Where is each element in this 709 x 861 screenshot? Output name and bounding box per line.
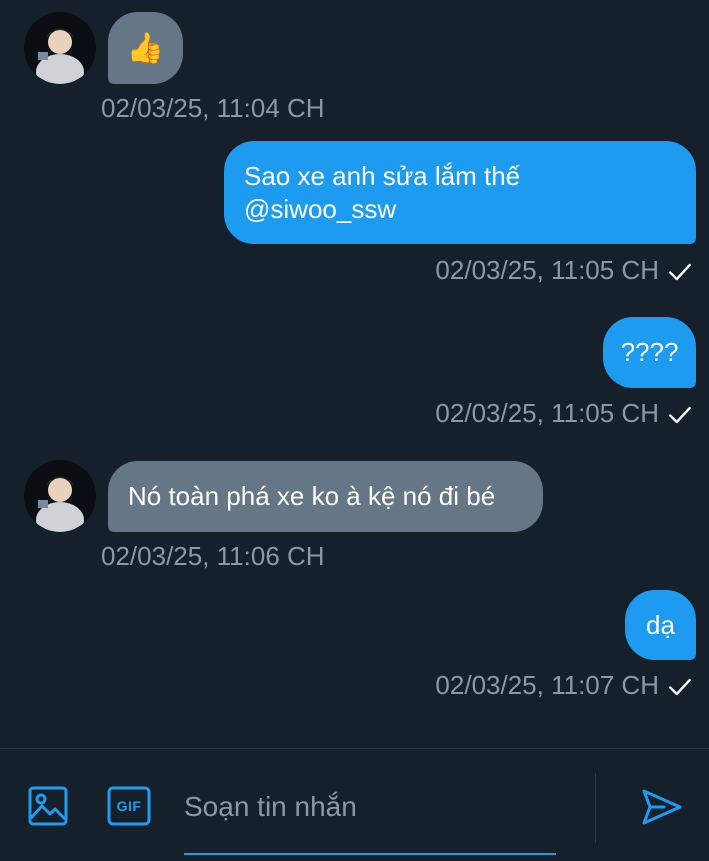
image-icon	[28, 786, 68, 826]
add-gif-button[interactable]: GIF	[104, 781, 154, 831]
message-timestamp: 02/03/25, 11:07 CH	[435, 670, 693, 700]
check-icon	[669, 678, 691, 696]
message-timestamp: 02/03/25, 11:05 CH	[435, 398, 693, 428]
message-text-line: Sao xe anh sửa lắm thế	[244, 161, 521, 191]
send-icon	[642, 789, 682, 825]
message-text: Nó toàn phá xe ko à kệ nó đi bé	[128, 481, 496, 511]
message-bubble-outgoing[interactable]: dạ	[625, 590, 696, 660]
message-thread: 👍 02/03/25, 11:04 CH Sao xe anh sửa lắm …	[0, 0, 709, 748]
message-bubble-outgoing[interactable]: Sao xe anh sửa lắm thế @siwoo_ssw	[224, 141, 696, 244]
message-input-wrapper	[184, 777, 556, 855]
message-bubble-incoming[interactable]: Nó toàn phá xe ko à kệ nó đi bé	[108, 461, 543, 532]
check-icon	[669, 263, 691, 281]
message-input[interactable]	[184, 777, 556, 837]
avatar-image	[24, 460, 96, 532]
message-timestamp: 02/03/25, 11:05 CH	[435, 255, 693, 285]
composer-separator	[595, 773, 596, 843]
send-button[interactable]	[636, 783, 688, 831]
sender-avatar[interactable]	[24, 460, 96, 532]
message-composer: GIF	[0, 749, 709, 861]
check-icon	[669, 406, 691, 424]
message-bubble-outgoing[interactable]: ????	[603, 317, 696, 388]
message-bubble-incoming[interactable]: 👍	[108, 12, 183, 84]
thumbs-up-emoji: 👍	[126, 31, 165, 65]
message-mention[interactable]: @siwoo_ssw	[244, 193, 676, 226]
avatar-image	[24, 12, 96, 84]
message-text: ????	[620, 337, 679, 367]
message-text: dạ	[646, 609, 675, 640]
add-photo-button[interactable]	[24, 781, 72, 831]
message-timestamp: 02/03/25, 11:06 CH	[101, 541, 325, 571]
gif-label: GIF	[116, 798, 142, 814]
sender-avatar[interactable]	[24, 12, 96, 84]
message-timestamp: 02/03/25, 11:04 CH	[101, 93, 325, 123]
